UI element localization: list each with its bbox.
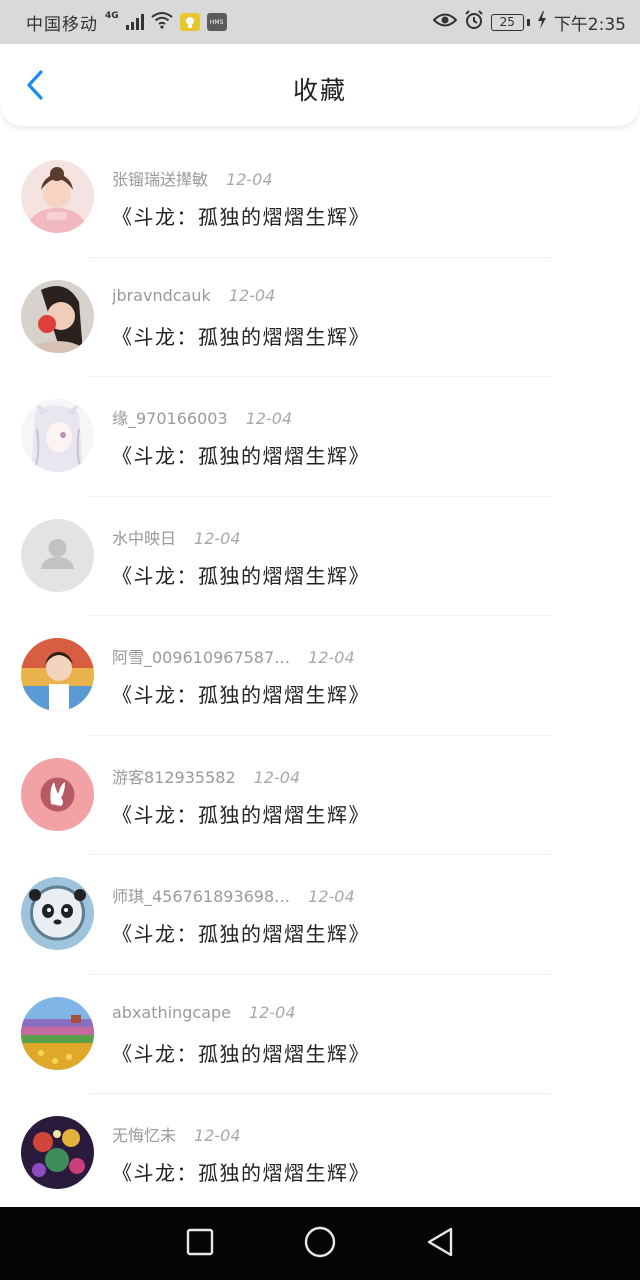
- date: 12-04: [253, 767, 301, 787]
- avatar[interactable]: [21, 996, 94, 1070]
- list-item[interactable]: jbravndcauk 12-04 《斗龙：孤独的熠熠生辉》: [0, 258, 640, 377]
- item-meta: jbravndcauk 12-04: [112, 286, 275, 305]
- page-title: 收藏: [292, 76, 347, 105]
- screen: 中国移动 4G HMS 25 下午2:35 收藏 张镏瑞送撵敏 12-04 《斗…: [0, 0, 640, 1280]
- list-item[interactable]: 游客812935582 12-04 《斗龙：孤独的熠熠生辉》: [0, 736, 640, 855]
- username: 无悔忆未: [112, 1126, 177, 1145]
- avatar[interactable]: [21, 399, 94, 472]
- signal-icon: [125, 14, 144, 30]
- wifi-icon: [151, 11, 173, 34]
- book-title: 《斗龙：孤独的熠熠生辉》: [112, 444, 370, 468]
- avatar[interactable]: [21, 160, 94, 233]
- avatar[interactable]: [21, 1116, 94, 1189]
- book-title: 《斗龙：孤独的熠熠生辉》: [112, 683, 370, 707]
- network-type-label: 4G: [105, 11, 119, 21]
- book-title: 《斗龙：孤独的熠熠生辉》: [112, 324, 370, 349]
- header: 收藏: [0, 44, 640, 126]
- book-title: 《斗龙：孤独的熠熠生辉》: [112, 1161, 370, 1185]
- date: 12-04: [194, 1126, 241, 1145]
- book-title: 《斗龙：孤独的熠熠生辉》: [112, 1041, 370, 1066]
- username: jbravndcauk: [112, 285, 211, 305]
- username: 张镏瑞送撵敏: [112, 170, 209, 189]
- book-title: 《斗龙：孤独的熠熠生辉》: [112, 563, 370, 588]
- recent-apps-icon: [186, 1228, 214, 1260]
- date: 12-04: [308, 648, 355, 667]
- carrier-label: 中国移动: [26, 14, 98, 35]
- username: 缘_970166003: [112, 409, 228, 428]
- hms-icon: HMS: [206, 13, 227, 31]
- item-meta: 阿雪_009610967587… 12-04: [112, 644, 355, 668]
- username: 师琪_456761893698…: [112, 887, 291, 906]
- status-right: 25 下午2:35: [432, 9, 626, 35]
- navigation-bar: [0, 1207, 640, 1280]
- list-item[interactable]: 张镏瑞送撵敏 12-04 《斗龙：孤独的熠熠生辉》: [0, 138, 640, 258]
- date: 12-04: [228, 285, 276, 305]
- alarm-icon: [464, 9, 484, 35]
- item-meta: 游客812935582 12-04: [112, 764, 300, 788]
- list-item[interactable]: 无悔忆未 12-04 《斗龙：孤独的熠熠生辉》: [0, 1094, 640, 1214]
- favorites-list: 张镏瑞送撵敏 12-04 《斗龙：孤独的熠熠生辉》 jbravndcauk 12…: [0, 138, 640, 1214]
- username: 水中映日: [112, 528, 177, 548]
- home-icon: [304, 1226, 336, 1262]
- avatar[interactable]: [21, 638, 94, 711]
- date: 12-04: [226, 170, 273, 189]
- date: 12-04: [245, 409, 293, 428]
- book-title: 《斗龙：孤独的熠熠生辉》: [112, 205, 370, 229]
- list-item[interactable]: abxathingcape 12-04 《斗龙：孤独的熠熠生辉》: [0, 975, 640, 1094]
- avatar[interactable]: [21, 518, 94, 592]
- item-meta: 张镏瑞送撵敏 12-04: [112, 166, 273, 190]
- avatar[interactable]: [21, 279, 94, 353]
- item-meta: 无悔忆未 12-04: [112, 1122, 241, 1146]
- list-item[interactable]: 阿雪_009610967587… 12-04 《斗龙：孤独的熠熠生辉》: [0, 616, 640, 736]
- list-item[interactable]: 师琪_456761893698… 12-04 《斗龙：孤独的熠熠生辉》: [0, 855, 640, 975]
- date: 12-04: [249, 1002, 296, 1022]
- battery-level: 25: [490, 13, 524, 31]
- back-nav-button[interactable]: [416, 1220, 464, 1268]
- status-left: 中国移动 4G HMS: [26, 10, 227, 35]
- date: 12-04: [194, 528, 241, 548]
- username: abxathingcape: [112, 1002, 231, 1022]
- username: 阿雪_009610967587…: [112, 648, 291, 667]
- app-notification-icon: [179, 13, 200, 31]
- list-item[interactable]: 水中映日 12-04 《斗龙：孤独的熠熠生辉》: [0, 497, 640, 616]
- charging-icon: [537, 10, 547, 34]
- username: 游客812935582: [112, 767, 236, 787]
- status-time: 下午2:35: [553, 14, 626, 35]
- item-meta: 水中映日 12-04: [112, 525, 241, 549]
- back-triangle-icon: [426, 1227, 454, 1261]
- avatar[interactable]: [21, 757, 94, 831]
- item-meta: abxathingcape 12-04: [112, 1003, 296, 1022]
- recent-apps-button[interactable]: [176, 1220, 224, 1268]
- item-meta: 师琪_456761893698… 12-04: [112, 883, 355, 907]
- eye-comfort-icon: [432, 12, 458, 33]
- battery-icon: 25: [490, 13, 530, 31]
- status-bar: 中国移动 4G HMS 25 下午2:35: [0, 0, 640, 44]
- list-item[interactable]: 缘_970166003 12-04 《斗龙：孤独的熠熠生辉》: [0, 377, 640, 497]
- home-button[interactable]: [296, 1220, 344, 1268]
- book-title: 《斗龙：孤独的熠熠生辉》: [112, 802, 370, 827]
- avatar[interactable]: [21, 877, 94, 950]
- item-meta: 缘_970166003 12-04: [112, 405, 292, 429]
- date: 12-04: [308, 887, 355, 906]
- book-title: 《斗龙：孤独的熠熠生辉》: [112, 922, 370, 946]
